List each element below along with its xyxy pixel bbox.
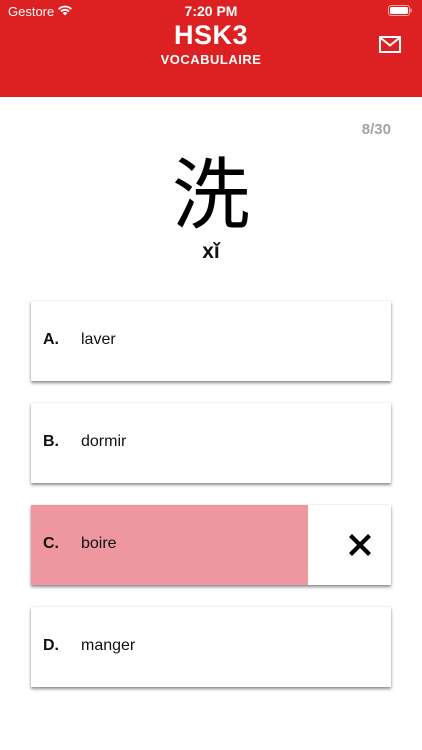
option-label: boire bbox=[81, 535, 117, 552]
status-bar: Gestore 7:20 PM bbox=[0, 0, 422, 22]
answer-option-b[interactable]: B. dormir bbox=[31, 403, 391, 483]
option-label: laver bbox=[81, 331, 116, 348]
app-header: Gestore 7:20 PM HSK3 VOCABULAIRE bbox=[0, 0, 422, 97]
x-icon bbox=[349, 534, 371, 556]
wrong-answer-fill bbox=[31, 505, 309, 585]
app-title: HSK3 bbox=[173, 20, 249, 50]
answer-option-d[interactable]: D. manger bbox=[31, 607, 391, 687]
option-label: manger bbox=[81, 637, 136, 654]
app-subtitle: VOCABULAIRE bbox=[160, 52, 262, 67]
answer-option-a[interactable]: A. laver bbox=[31, 301, 391, 381]
battery-icon bbox=[388, 5, 412, 16]
option-letter: D. bbox=[43, 637, 59, 654]
hanzi-character: 洗 bbox=[171, 151, 250, 241]
option-label: dormir bbox=[81, 433, 127, 450]
option-letter: B. bbox=[43, 433, 59, 450]
option-letter: C. bbox=[43, 535, 59, 552]
pinyin-text: xǐ bbox=[202, 240, 220, 263]
status-time: 7:20 PM bbox=[184, 3, 238, 19]
mail-icon[interactable] bbox=[379, 36, 401, 53]
answer-option-c[interactable]: C. boire bbox=[31, 505, 391, 585]
option-letter: A. bbox=[43, 331, 59, 348]
